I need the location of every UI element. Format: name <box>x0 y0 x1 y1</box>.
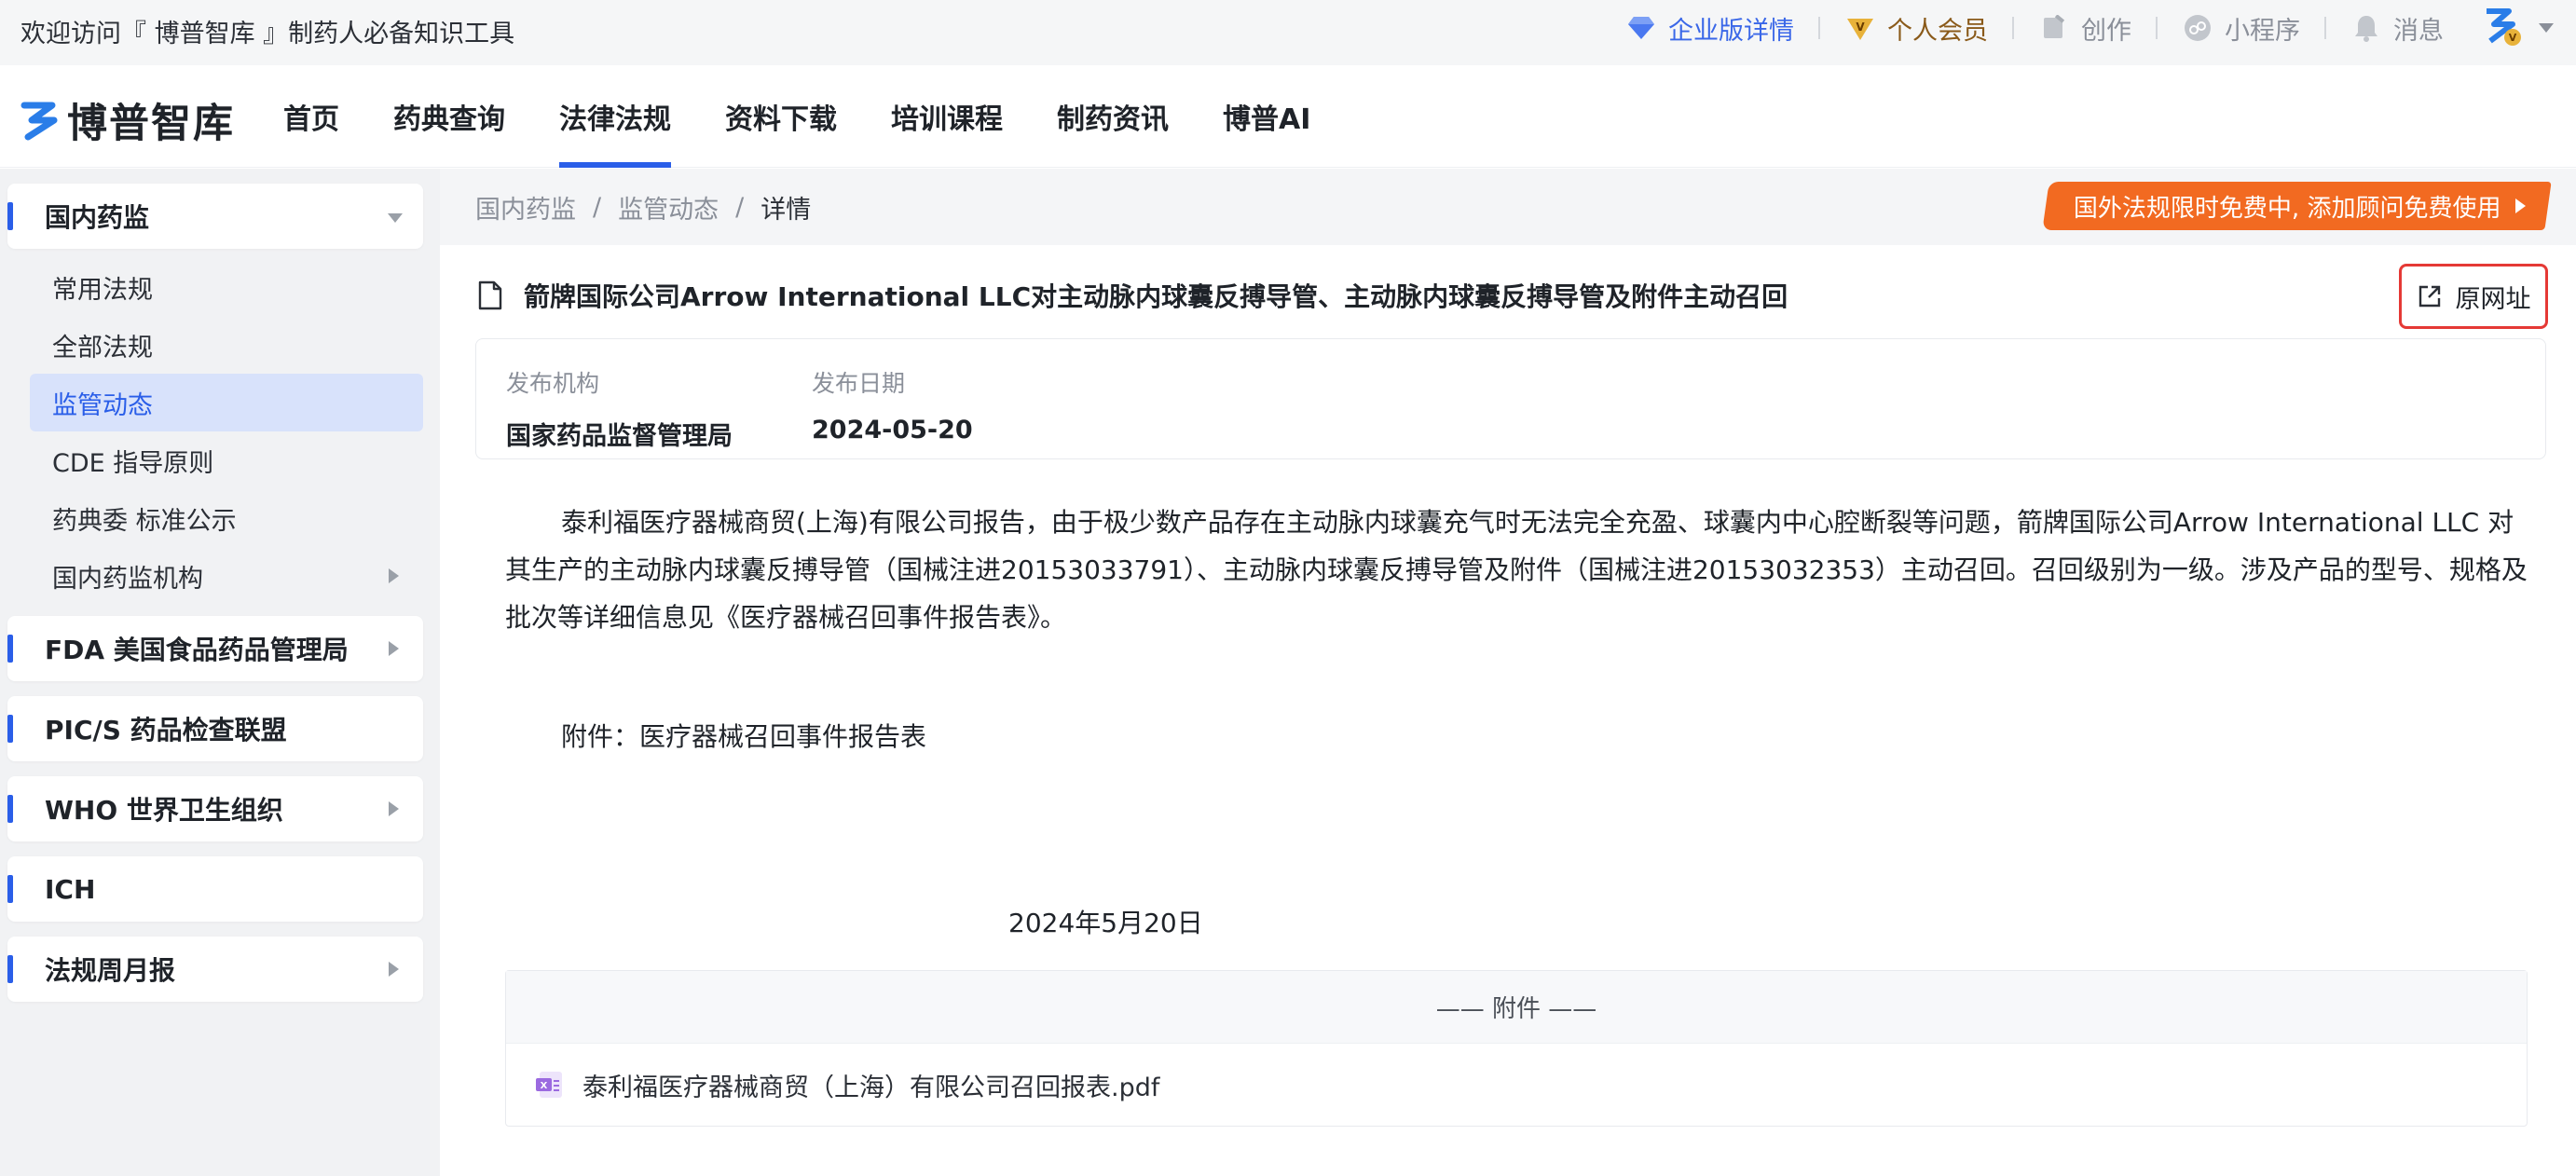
sidebar-group-label: 国内药监 <box>45 202 150 233</box>
logo[interactable]: 博普智库 <box>21 91 235 149</box>
meta-box: 发布机构 国家药品监督管理局 发布日期 2024-05-20 <box>475 338 2546 459</box>
nav-home[interactable]: 首页 <box>283 65 339 168</box>
nav-laws[interactable]: 法律法规 <box>559 65 671 168</box>
chevron-right-icon <box>389 801 399 816</box>
sidebar-item-common-laws[interactable]: 常用法规 <box>30 258 423 316</box>
welcome-text: 欢迎访问『 博普智库 』制药人必备知识工具 <box>21 20 515 48</box>
sidebar-group-label: FDA 美国食品药品管理局 <box>45 635 349 665</box>
nav-training[interactable]: 培训课程 <box>891 65 1003 168</box>
svg-text:V: V <box>1856 21 1865 34</box>
article-body: 泰利福医疗器械商贸(上海)有限公司报告，由于极少数产品存在主动脉内球囊充气时无法… <box>505 507 2528 633</box>
sidebar-item-all-laws[interactable]: 全部法规 <box>30 316 423 374</box>
sidebar-group-label: ICH <box>45 873 96 905</box>
svg-text:X: X <box>541 1081 548 1091</box>
external-link-icon <box>2418 285 2440 308</box>
vip-link[interactable]: V 个人会员 <box>1844 0 1988 56</box>
sidebar-group-ich[interactable]: ICH <box>7 856 423 922</box>
main-header: 博普智库 首页 药典查询 法律法规 资料下载 培训课程 制药资讯 博普AI <box>0 65 2576 168</box>
source-url-label: 原网址 <box>2455 284 2531 314</box>
sidebar-group-who[interactable]: WHO 世界卫生组织 <box>7 776 423 841</box>
attachments-panel: —— 附件 —— X 泰利福医疗器械商贸（上海）有限公司召回报表.pdf <box>505 970 2528 1127</box>
promo-text: 国外法规限时免费中, 添加顾问免费使用 <box>2074 194 2501 223</box>
sidebar-group-pics[interactable]: PIC/S 药品检查联盟 <box>7 696 423 761</box>
create-link-label: 创作 <box>2081 16 2131 46</box>
enterprise-link[interactable]: 企业版详情 <box>1625 0 1794 56</box>
sidebar-group-label: PIC/S 药品检查联盟 <box>45 715 287 745</box>
chevron-right-icon <box>389 962 399 977</box>
vip-link-label: 个人会员 <box>1887 16 1988 46</box>
source-url-button[interactable]: 原网址 <box>2399 264 2548 329</box>
logo-mark-icon <box>21 102 58 141</box>
sidebar-item-cde-guidelines[interactable]: CDE 指导原则 <box>30 431 423 489</box>
meta-date-label: 发布日期 <box>812 370 906 397</box>
sidebar-item-regulatory-news[interactable]: 监管动态 <box>30 374 423 431</box>
chevron-down-icon <box>388 213 403 223</box>
divider <box>2324 17 2326 39</box>
sidebar-group-weekly[interactable]: 法规周月报 <box>7 937 423 1002</box>
avatar: V <box>2481 6 2522 50</box>
page-title: 箭牌国际公司Arrow International LLC对主动脉内球囊反搏导管… <box>524 281 1788 312</box>
chevron-right-icon <box>389 568 399 583</box>
top-links: 企业版详情 V 个人会员 创作 小程序 消息 V <box>1625 0 2576 56</box>
top-bar: 欢迎访问『 博普智库 』制药人必备知识工具 企业版详情 V 个人会员 创作 小程… <box>0 0 2576 65</box>
meta-date-value: 2024-05-20 <box>812 416 973 444</box>
diamond-icon <box>1625 12 1657 44</box>
bell-icon <box>2350 12 2382 44</box>
logo-text: 博普智库 <box>67 101 235 147</box>
sidebar-group-fda[interactable]: FDA 美国食品药品管理局 <box>7 616 423 681</box>
play-arrow-icon <box>2515 198 2526 213</box>
meta-org-label: 发布机构 <box>506 370 600 397</box>
svg-text:V: V <box>2509 32 2517 44</box>
sidebar-sub-list: 常用法规 全部法规 监管动态 CDE 指导原则 药典委 标准公示 国内药监机构 <box>7 258 423 605</box>
sidebar-item-agencies[interactable]: 国内药监机构 <box>30 547 423 605</box>
attachment-file[interactable]: X 泰利福医疗器械商贸（上海）有限公司召回报表.pdf <box>506 1044 2527 1126</box>
sidebar-item-label: 国内药监机构 <box>52 564 203 594</box>
messages-link[interactable]: 消息 <box>2350 0 2444 56</box>
meta-date: 发布日期 2024-05-20 <box>812 365 973 444</box>
sidebar-group-label: 法规周月报 <box>45 955 176 986</box>
sidebar-item-pharmacopoeia-notices[interactable]: 药典委 标准公示 <box>30 489 423 547</box>
create-link[interactable]: 创作 <box>2038 0 2131 56</box>
user-menu[interactable]: V <box>2481 6 2554 50</box>
article-title-row: 箭牌国际公司Arrow International LLC对主动脉内球囊反搏导管… <box>477 277 1788 314</box>
breadcrumb: 国内药监 / 监管动态 / 详情 国外法规限时免费中, 添加顾问免费使用 <box>440 169 2576 245</box>
article-content: 箭牌国际公司Arrow International LLC对主动脉内球囊反搏导管… <box>440 245 2576 1176</box>
edit-icon <box>2038 12 2070 44</box>
breadcrumb-separator: / <box>735 192 745 222</box>
main-nav: 首页 药典查询 法律法规 资料下载 培训课程 制药资讯 博普AI <box>283 65 1364 168</box>
meta-org: 发布机构 国家药品监督管理局 <box>506 365 733 452</box>
breadcrumb-item[interactable]: 国内药监 <box>475 189 576 226</box>
miniprogram-icon <box>2182 12 2213 44</box>
divider <box>2156 17 2158 39</box>
attachments-header: —— 附件 —— <box>506 971 2527 1044</box>
chevron-down-icon <box>2539 23 2554 33</box>
sidebar-group-domestic[interactable]: 国内药监 <box>7 184 423 249</box>
divider <box>2012 17 2014 39</box>
messages-link-label: 消息 <box>2393 16 2444 46</box>
breadcrumb-separator: / <box>593 192 602 222</box>
breadcrumb-current: 详情 <box>760 195 812 225</box>
promo-banner[interactable]: 国外法规限时免费中, 添加顾问免费使用 <box>2042 182 2552 230</box>
file-icon: X <box>536 1072 562 1098</box>
nav-downloads[interactable]: 资料下载 <box>725 65 837 168</box>
attachment-file-name: 泰利福医疗器械商贸（上海）有限公司召回报表.pdf <box>582 1073 1160 1102</box>
sidebar: 国内药监 常用法规 全部法规 监管动态 CDE 指导原则 药典委 标准公示 国内… <box>0 169 440 1176</box>
vip-badge-icon: V <box>1844 12 1876 44</box>
miniprogram-link[interactable]: 小程序 <box>2182 0 2300 56</box>
breadcrumb-item[interactable]: 监管动态 <box>618 189 719 226</box>
nav-ai[interactable]: 博普AI <box>1223 65 1310 168</box>
miniprogram-link-label: 小程序 <box>2225 16 2300 46</box>
divider <box>1818 17 1820 39</box>
attachment-reference: 附件：医疗器械召回事件报告表 <box>561 721 927 752</box>
sidebar-group-label: WHO 世界卫生组织 <box>45 795 283 826</box>
document-icon <box>478 280 502 310</box>
enterprise-link-label: 企业版详情 <box>1668 16 1794 46</box>
meta-org-value: 国家药品监督管理局 <box>506 422 733 451</box>
chevron-right-icon <box>389 641 399 656</box>
nav-pharmacopoeia[interactable]: 药典查询 <box>393 65 505 168</box>
nav-news[interactable]: 制药资讯 <box>1057 65 1169 168</box>
article-date: 2024年5月20日 <box>1008 908 1203 938</box>
